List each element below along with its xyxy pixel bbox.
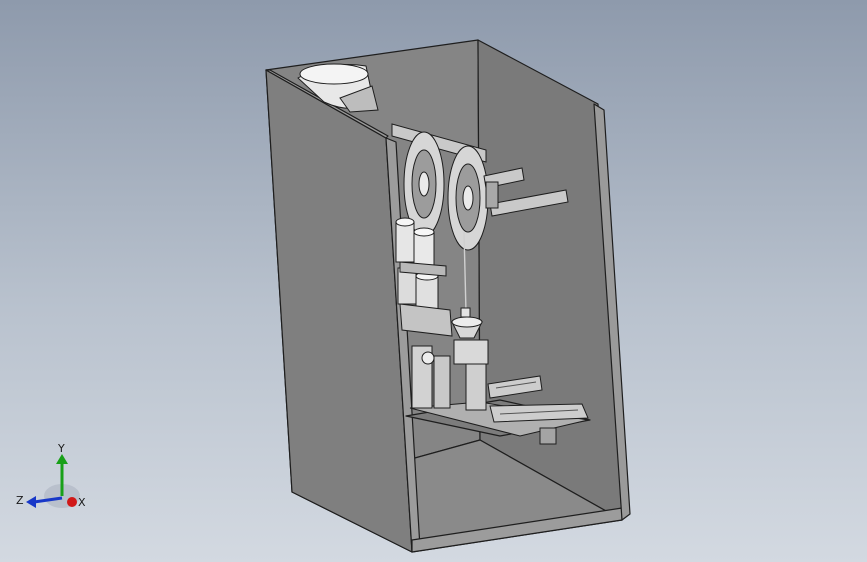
stepper-motor-block: [539, 427, 557, 445]
z-axis-label: Z: [16, 494, 24, 507]
cabinet-assembly-model[interactable]: [0, 0, 867, 562]
y-axis-arrowhead: [56, 454, 68, 464]
pulley-shaft-housing: [485, 181, 499, 209]
reference-triad: Y Z X: [16, 442, 86, 509]
cable-weight: [460, 307, 471, 318]
y-axis-label: Y: [57, 442, 65, 455]
graphics-viewport[interactable]: Y Z X: [0, 0, 867, 562]
pulley-wheel-right[interactable]: [447, 145, 489, 251]
z-axis-arrowhead: [26, 496, 36, 508]
x-axis-dot: [67, 497, 77, 507]
x-axis-label: X: [78, 496, 86, 509]
cylinder-stack-left[interactable]: [395, 217, 417, 305]
